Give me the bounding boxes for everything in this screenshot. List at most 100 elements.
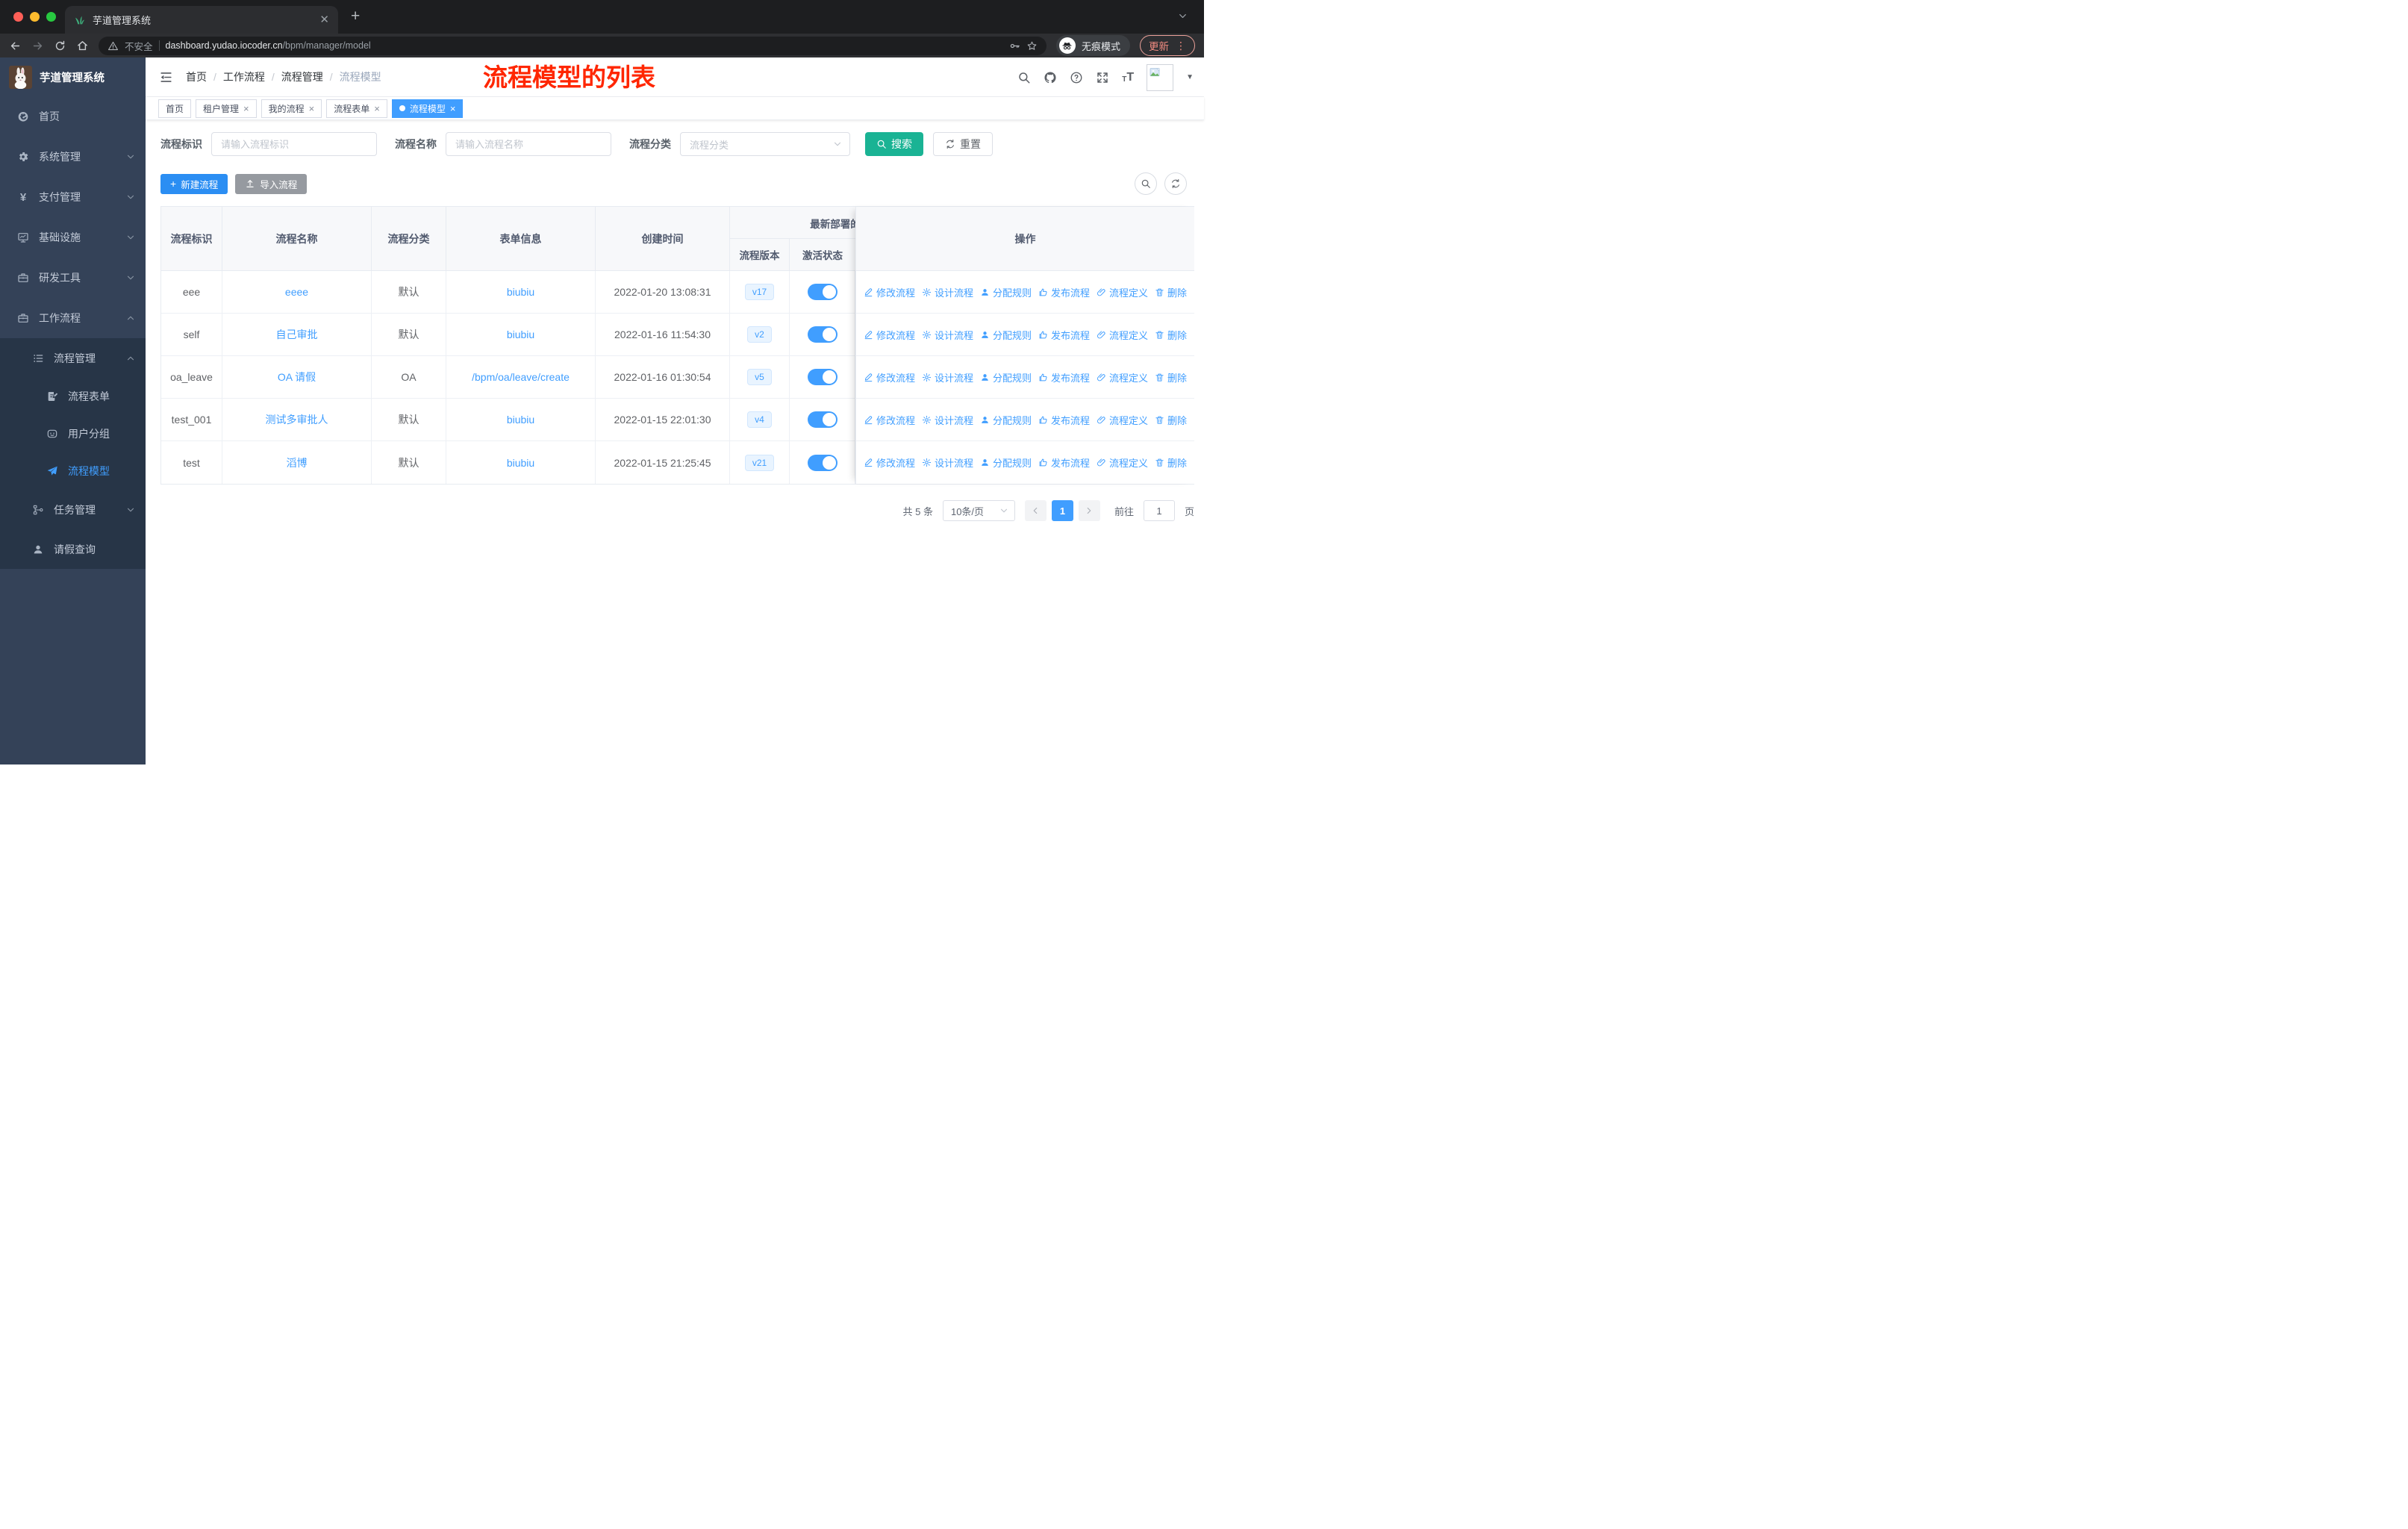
sidebar-item-task-management[interactable]: 任务管理 — [0, 490, 146, 529]
address-bar[interactable]: 不安全 dashboard.yudao.iocoder.cn/bpm/manag… — [99, 36, 1047, 55]
import-process-button[interactable]: 导入流程 — [235, 173, 308, 194]
sidebar-item-devtools[interactable]: 研发工具 — [0, 258, 146, 298]
reset-button[interactable]: 重置 — [933, 132, 993, 156]
action-design-process[interactable]: 设计流程 — [922, 370, 973, 384]
action-delete[interactable]: 删除 — [1155, 328, 1187, 342]
action-delete[interactable]: 删除 — [1155, 285, 1187, 299]
action-design-process[interactable]: 设计流程 — [922, 455, 973, 470]
tag-process-form[interactable]: 流程表单 × — [326, 99, 387, 118]
action-publish-process[interactable]: 发布流程 — [1038, 455, 1090, 470]
breadcrumb-home[interactable]: 首页 — [186, 69, 207, 84]
action-publish-process[interactable]: 发布流程 — [1038, 328, 1090, 342]
process-name-link[interactable]: eeee — [222, 271, 372, 313]
action-process-definition[interactable]: 流程定义 — [1097, 328, 1148, 342]
url-text[interactable]: dashboard.yudao.iocoder.cn/bpm/manager/m… — [166, 40, 371, 51]
refresh-table-button[interactable] — [1164, 172, 1187, 195]
action-design-process[interactable]: 设计流程 — [922, 285, 973, 299]
sidebar-item-process-form[interactable]: 流程表单 — [0, 378, 146, 415]
active-toggle[interactable] — [807, 369, 838, 385]
bookmark-star-icon[interactable] — [1026, 40, 1038, 52]
action-publish-process[interactable]: 发布流程 — [1038, 413, 1090, 427]
breadcrumb-process-management[interactable]: 流程管理 — [281, 69, 323, 84]
action-publish-process[interactable]: 发布流程 — [1038, 370, 1090, 384]
action-design-process[interactable]: 设计流程 — [922, 328, 973, 342]
process-name-link[interactable]: 自己审批 — [222, 314, 372, 355]
sidebar-item-process-management[interactable]: 流程管理 — [0, 338, 146, 378]
help-icon[interactable] — [1070, 71, 1083, 84]
action-delete[interactable]: 删除 — [1155, 413, 1187, 427]
action-assign-rule[interactable]: 分配规则 — [980, 328, 1032, 342]
sidebar-item-leave-query[interactable]: 请假查询 — [0, 529, 146, 569]
process-id-input[interactable] — [211, 132, 377, 156]
avatar-caret-icon[interactable]: ▼ — [1186, 73, 1194, 81]
process-name-input[interactable] — [446, 132, 611, 156]
browser-tab[interactable]: 芋道管理系统 ✕ — [65, 6, 338, 34]
action-edit-process[interactable]: 修改流程 — [864, 413, 915, 427]
action-process-definition[interactable]: 流程定义 — [1097, 370, 1148, 384]
process-name-link[interactable]: 滔博 — [222, 441, 372, 484]
process-name-link[interactable]: OA 请假 — [222, 356, 372, 398]
prev-page-button[interactable] — [1024, 500, 1047, 521]
action-assign-rule[interactable]: 分配规则 — [980, 285, 1032, 299]
active-toggle[interactable] — [807, 284, 838, 300]
close-icon[interactable]: × — [243, 104, 249, 113]
action-edit-process[interactable]: 修改流程 — [864, 455, 915, 470]
reload-icon[interactable] — [54, 40, 66, 52]
font-size-icon[interactable]: TT — [1122, 71, 1134, 84]
action-delete[interactable]: 删除 — [1155, 455, 1187, 470]
form-info-link[interactable]: biubiu — [446, 314, 596, 355]
sidebar-item-user-group[interactable]: 用户分组 — [0, 415, 146, 452]
browser-menu-icon[interactable]: ⋮ — [1176, 40, 1186, 52]
form-info-link[interactable]: biubiu — [446, 399, 596, 440]
github-icon[interactable] — [1044, 71, 1057, 84]
tab-close-icon[interactable]: ✕ — [319, 14, 329, 25]
action-design-process[interactable]: 设计流程 — [922, 413, 973, 427]
goto-page-input[interactable] — [1143, 500, 1175, 521]
action-assign-rule[interactable]: 分配规则 — [980, 370, 1032, 384]
tab-search-chevron-icon[interactable] — [1178, 11, 1188, 21]
close-icon[interactable]: × — [374, 104, 380, 113]
sidebar-item-process-model[interactable]: 流程模型 — [0, 452, 146, 490]
action-edit-process[interactable]: 修改流程 — [864, 370, 915, 384]
home-icon[interactable] — [76, 40, 89, 52]
action-process-definition[interactable]: 流程定义 — [1097, 455, 1148, 470]
sidebar-logo[interactable]: 芋道管理系统 — [0, 57, 146, 96]
close-icon[interactable]: × — [450, 104, 456, 113]
sidebar-item-workflow[interactable]: 工作流程 — [0, 298, 146, 338]
create-process-button[interactable]: + 新建流程 — [160, 173, 228, 194]
tag-tenant-management[interactable]: 租户管理 × — [196, 99, 257, 118]
sidebar-item-payment[interactable]: ¥ 支付管理 — [0, 177, 146, 217]
tag-process-model[interactable]: 流程模型 × — [391, 99, 464, 118]
browser-update-button[interactable]: 更新 ⋮ — [1140, 35, 1195, 56]
window-minimize-button[interactable] — [30, 12, 40, 22]
process-name-link[interactable]: 测试多审批人 — [222, 399, 372, 440]
form-info-link[interactable]: biubiu — [446, 441, 596, 484]
active-toggle[interactable] — [807, 411, 838, 428]
action-publish-process[interactable]: 发布流程 — [1038, 285, 1090, 299]
fullscreen-icon[interactable] — [1096, 71, 1109, 84]
next-page-button[interactable] — [1078, 500, 1100, 521]
back-icon[interactable] — [9, 40, 22, 52]
window-close-button[interactable] — [13, 12, 23, 22]
active-toggle[interactable] — [807, 454, 838, 471]
action-edit-process[interactable]: 修改流程 — [864, 285, 915, 299]
avatar[interactable] — [1147, 63, 1174, 91]
action-edit-process[interactable]: 修改流程 — [864, 328, 915, 342]
new-tab-button[interactable]: + — [351, 8, 360, 24]
security-label[interactable]: 不安全 — [125, 39, 153, 53]
tag-my-process[interactable]: 我的流程 × — [261, 99, 322, 118]
sidebar-item-infra[interactable]: 基础设施 — [0, 217, 146, 258]
form-info-link[interactable]: biubiu — [446, 271, 596, 313]
sidebar-item-home[interactable]: 首页 — [0, 96, 146, 137]
action-assign-rule[interactable]: 分配规则 — [980, 413, 1032, 427]
process-category-select[interactable]: 流程分类 — [680, 132, 850, 156]
page-size-select[interactable]: 10条/页 — [942, 500, 1015, 521]
password-key-icon[interactable] — [1009, 40, 1020, 52]
toggle-search-button[interactable] — [1135, 172, 1157, 195]
active-toggle[interactable] — [807, 326, 838, 343]
close-icon[interactable]: × — [309, 104, 315, 113]
window-maximize-button[interactable] — [46, 12, 56, 22]
sidebar-item-system[interactable]: 系统管理 — [0, 137, 146, 177]
search-icon[interactable] — [1017, 71, 1031, 84]
action-process-definition[interactable]: 流程定义 — [1097, 413, 1148, 427]
